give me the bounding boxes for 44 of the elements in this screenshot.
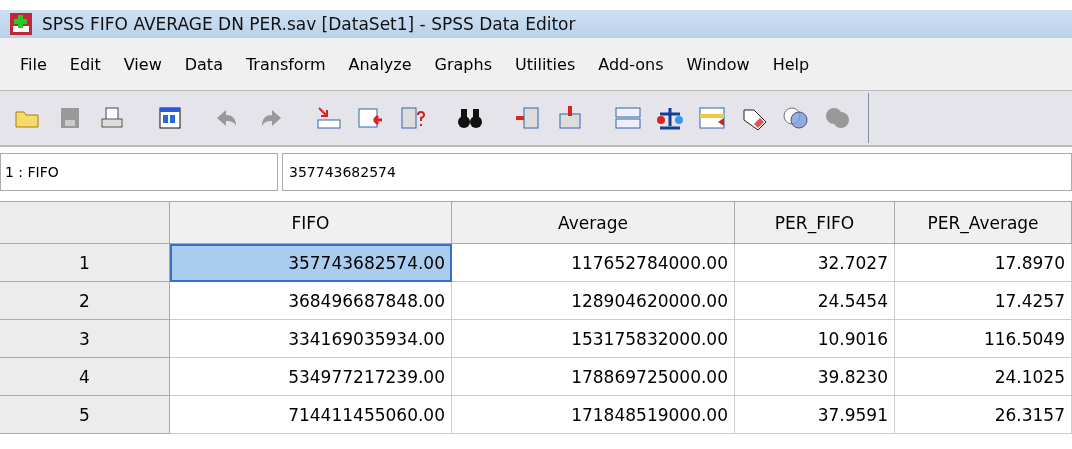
menu-item[interactable]: File xyxy=(10,49,60,79)
row-header[interactable]: 4 xyxy=(0,358,170,396)
table-cell[interactable]: 24.1025 xyxy=(895,358,1072,396)
row-header[interactable]: 1 xyxy=(0,244,170,282)
table-cell[interactable]: 10.9016 xyxy=(735,320,895,358)
column-header[interactable]: PER_Average xyxy=(895,202,1072,244)
row-header[interactable]: 3 xyxy=(0,320,170,358)
menu-item[interactable]: Data xyxy=(174,49,236,79)
table-cell[interactable]: 178869725000.00 xyxy=(452,358,735,396)
menu-item[interactable]: Analyze xyxy=(338,49,425,79)
table-cell[interactable]: 368496687848.00 xyxy=(170,282,452,320)
table-cell[interactable]: 32.7027 xyxy=(735,244,895,282)
table-cell[interactable]: 37.9591 xyxy=(735,396,895,434)
table-cell[interactable]: 128904620000.00 xyxy=(452,282,735,320)
menu-item[interactable]: Edit xyxy=(59,49,114,79)
cell-value-field[interactable]: 357743682574 xyxy=(282,153,1072,191)
menu-item[interactable]: Add-ons xyxy=(588,49,677,79)
row-header[interactable]: 5 xyxy=(0,396,170,434)
table-cell[interactable]: 357743682574.00 xyxy=(170,244,452,282)
table-cell[interactable]: 17.4257 xyxy=(895,282,1072,320)
table-cell[interactable]: 24.5454 xyxy=(735,282,895,320)
table-cell[interactable]: 39.8230 xyxy=(735,358,895,396)
table-cell[interactable]: 117652784000.00 xyxy=(452,244,735,282)
app-logo-icon xyxy=(10,13,32,35)
menu-item[interactable]: Window xyxy=(676,49,763,79)
table-cell[interactable]: 534977217239.00 xyxy=(170,358,452,396)
column-header[interactable]: FIFO xyxy=(170,202,452,244)
table-cell[interactable]: 153175832000.00 xyxy=(452,320,735,358)
window-title: SPSS FIFO AVERAGE DN PER.sav [DataSet1] - SPSS Data Editor xyxy=(42,14,576,34)
table-cell[interactable]: 17.8970 xyxy=(895,244,1072,282)
column-header[interactable]: PER_FIFO xyxy=(735,202,895,244)
menu-item[interactable]: Utilities xyxy=(505,49,589,79)
menu-item[interactable]: Transform xyxy=(235,49,339,79)
menu-item[interactable]: Help xyxy=(762,49,823,79)
row-header[interactable]: 2 xyxy=(0,282,170,320)
table-cell[interactable]: 116.5049 xyxy=(895,320,1072,358)
table-cell[interactable]: 171848519000.00 xyxy=(452,396,735,434)
table-cell[interactable]: 714411455060.00 xyxy=(170,396,452,434)
table-cell[interactable]: 26.3157 xyxy=(895,396,1072,434)
menu-item[interactable]: Graphs xyxy=(424,49,505,79)
table-cell[interactable]: 334169035934.00 xyxy=(170,320,452,358)
cell-reference: 1 : FIFO xyxy=(0,153,278,191)
column-header[interactable]: Average xyxy=(452,202,735,244)
menu-item[interactable]: View xyxy=(113,49,175,79)
